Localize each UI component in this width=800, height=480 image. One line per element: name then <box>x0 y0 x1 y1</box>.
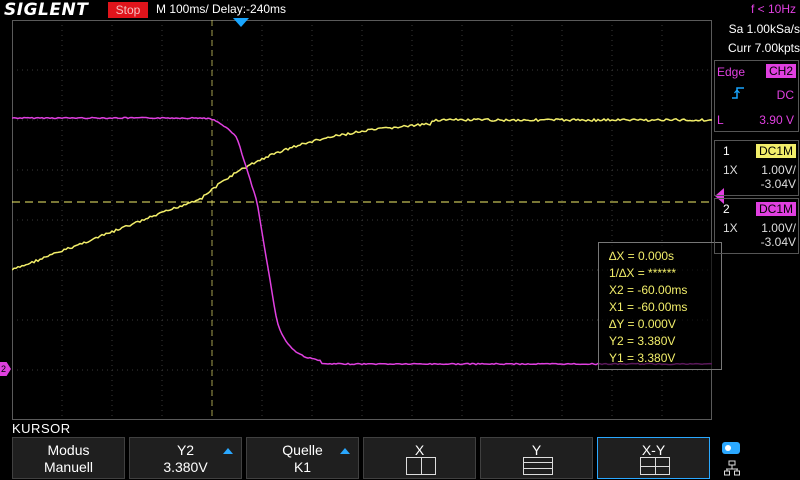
softkey-mode[interactable]: Modus Manuell <box>12 437 125 479</box>
channel-1-probe: 1X <box>723 163 738 177</box>
channel-1-scale-offset: 1.00V/ -3.04V <box>761 163 796 191</box>
frequency-counter: f < 10Hz <box>750 2 796 16</box>
softkey-mode-label: Modus <box>47 442 90 458</box>
softkey-y-label: Y <box>531 442 542 458</box>
channel-1-offset: -3.04V <box>760 177 796 191</box>
cursor-x1: X1 = -60.00ms <box>609 300 688 314</box>
y-cursor-icon <box>523 457 553 475</box>
cursor-dy: ∆Y = 0.000V <box>609 317 676 331</box>
cursor-y1: Y1 = 3.380V <box>609 351 676 365</box>
softkey-y2[interactable]: Y2 3.380V <box>129 437 242 479</box>
softkey-x-label: X <box>414 442 425 458</box>
channel-1-coupling: DC1M <box>755 144 796 158</box>
softkey-xy[interactable]: X-Y <box>597 437 710 479</box>
channel-2-panel[interactable]: 2 DC1M 1X 1.00V/ -3.04V <box>714 198 799 254</box>
trigger-level: 3.90 V <box>759 113 794 127</box>
network-icon <box>724 460 740 476</box>
channel-1-scale: 1.00V/ <box>761 163 796 177</box>
top-status-bar: SIGLENT Stop M 100ms/ Delay:-240ms f < 1… <box>0 0 800 20</box>
softkey-y2-value: 3.380V <box>163 459 208 475</box>
trigger-level-label: L <box>717 113 724 127</box>
cursor-x2: X2 = -60.00ms <box>609 283 688 297</box>
knob-adjust-icon <box>340 448 350 454</box>
x-cursor-icon <box>406 457 436 475</box>
softkey-mode-value: Manuell <box>43 459 94 475</box>
timebase-readout: M 100ms/ Delay:-240ms <box>156 2 287 16</box>
brand-logo: SIGLENT <box>4 0 89 20</box>
channel-2-probe: 1X <box>723 221 738 235</box>
waveform-display[interactable]: ∆X = 0.000s 1/∆X = ****** X2 = -60.00ms … <box>12 20 724 420</box>
cursor-measurement-box: ∆X = 0.000s 1/∆X = ****** X2 = -60.00ms … <box>598 242 722 370</box>
trigger-time-marker[interactable] <box>233 18 249 27</box>
channel-1-panel[interactable]: 1 DC1M 1X 1.00V/ -3.04V <box>714 140 799 196</box>
menu-title: KURSOR <box>12 421 71 436</box>
softkey-xy-label: X-Y <box>641 442 666 458</box>
softkey-source-value: K1 <box>293 459 312 475</box>
sample-rate: Sa 1.00kSa/s <box>728 22 800 36</box>
trigger-coupling: DC <box>776 88 794 102</box>
cursor-dx: ∆X = 0.000s <box>609 249 675 263</box>
softkey-y[interactable]: Y <box>480 437 593 479</box>
channel-2-scale-offset: 1.00V/ -3.04V <box>761 221 796 249</box>
trigger-source: CH2 <box>765 64 796 78</box>
softkey-bar: Modus Manuell Y2 3.380V Quelle K1 X Y X-… <box>12 437 712 480</box>
channel-2-number: 2 <box>723 202 730 216</box>
cursor-inv-dx: 1/∆X = ****** <box>609 266 677 280</box>
trigger-panel[interactable]: Edge CH2 DC L 3.90 V <box>714 60 799 132</box>
softkey-x[interactable]: X <box>363 437 476 479</box>
run-stop-indicator[interactable]: Stop <box>108 2 148 18</box>
channel-1-number: 1 <box>723 144 730 158</box>
usb-device-icon <box>722 442 740 454</box>
trigger-type: Edge <box>717 65 746 79</box>
ch2-offset-marker[interactable]: 2 <box>0 362 11 376</box>
knob-adjust-icon <box>223 448 233 454</box>
xy-cursor-icon <box>640 457 670 475</box>
softkey-source[interactable]: Quelle K1 <box>246 437 359 479</box>
channel-2-coupling: DC1M <box>755 202 796 216</box>
cursor-y2: Y2 = 3.380V <box>609 334 676 348</box>
channel-2-scale: 1.00V/ <box>761 221 796 235</box>
memory-depth: Curr 7.00kpts <box>727 41 800 55</box>
rising-edge-icon <box>731 87 745 102</box>
channel-2-offset: -3.04V <box>760 235 796 249</box>
